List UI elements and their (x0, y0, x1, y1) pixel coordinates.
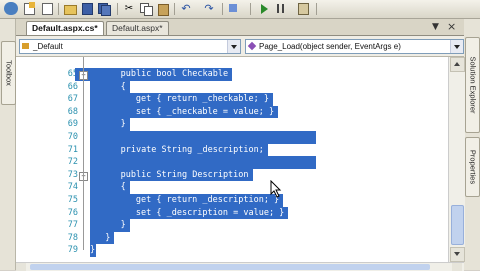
code-line[interactable]: } (105, 232, 110, 245)
line-number: 69 (67, 119, 78, 130)
tab-list-dropdown-icon[interactable]: ▼ (432, 22, 439, 32)
code-line[interactable]: get { return _checkable; } (136, 93, 269, 106)
document-tab-bar: Default.aspx.cs* Default.aspx* ▼ × (16, 19, 464, 36)
class-dropdown[interactable]: _Default (19, 39, 241, 54)
selection-highlight (90, 156, 316, 169)
scroll-thumb[interactable] (451, 205, 464, 245)
code-line[interactable]: } (121, 219, 126, 232)
new-project-icon[interactable] (22, 2, 36, 15)
redo-icon[interactable]: ↷ (202, 2, 216, 15)
back-icon[interactable] (4, 2, 18, 15)
line-number: 77 (67, 220, 78, 231)
code-line[interactable]: private String _description; (121, 144, 264, 157)
member-dropdown-value: Page_Load(object sender, EventArgs e) (259, 42, 401, 51)
selection-highlight (90, 131, 316, 144)
class-icon (22, 43, 29, 49)
toolbox-tab[interactable]: Toolbox (1, 41, 16, 105)
code-line[interactable]: public bool Checkable (121, 68, 228, 81)
solution-explorer-tab-label: Solution Explorer (468, 56, 477, 114)
tab-label: Default.aspx.cs* (32, 23, 98, 33)
line-number: 74 (67, 182, 78, 193)
class-dropdown-value: _Default (33, 42, 63, 51)
scroll-thumb-horizontal[interactable] (30, 264, 430, 270)
change-tracking-bar (36, 57, 39, 262)
add-item-icon[interactable] (40, 2, 54, 15)
open-icon[interactable] (63, 2, 77, 15)
method-icon (247, 41, 257, 51)
chevron-down-icon[interactable] (450, 40, 463, 53)
tab-default-aspx[interactable]: Default.aspx* (106, 21, 169, 35)
line-number: 71 (67, 144, 78, 155)
line-number: 76 (67, 207, 78, 218)
toolbox-tab-label: Toolbox (4, 60, 13, 86)
line-number: 70 (67, 132, 78, 142)
tab-label: Default.aspx* (112, 23, 163, 33)
pause-icon[interactable] (274, 2, 288, 15)
selection-highlight (90, 231, 115, 245)
outline-guide (83, 57, 84, 251)
chevron-down-icon[interactable] (227, 40, 240, 53)
line-number: 75 (67, 195, 78, 205)
code-line[interactable]: set { _description = value; } (136, 207, 284, 220)
code-editor[interactable]: 65 public bool Checkable 66{67 get { return… (16, 57, 448, 262)
line-number: 68 (67, 106, 78, 117)
navigate-icon[interactable] (227, 2, 241, 15)
tab-default-aspx-cs[interactable]: Default.aspx.cs* (26, 21, 104, 35)
solution-explorer-tab[interactable]: Solution Explorer (465, 37, 480, 133)
scroll-down-button[interactable] (450, 247, 465, 262)
properties-tab[interactable]: Properties (465, 137, 480, 197)
scroll-up-button[interactable] (450, 57, 465, 72)
vertical-scrollbar[interactable] (448, 57, 465, 262)
cut-icon[interactable]: ✂ (122, 2, 136, 15)
save-all-icon[interactable] (97, 2, 111, 16)
editor-margin (16, 57, 34, 262)
close-icon[interactable]: × (447, 21, 456, 32)
line-number: 78 (67, 232, 78, 243)
line-number: 72 (67, 157, 78, 168)
code-line[interactable]: { (121, 181, 126, 194)
right-dock-strip: Solution Explorer Properties (463, 19, 480, 270)
properties-tab-label: Properties (468, 149, 477, 185)
navigation-bar: _Default Page_Load(object sender, EventA… (16, 36, 464, 57)
copy-icon[interactable] (139, 2, 153, 16)
code-line[interactable]: { (121, 81, 126, 94)
code-line[interactable]: } (90, 244, 95, 257)
paste-icon[interactable] (156, 2, 170, 16)
line-number: 73 (67, 169, 78, 180)
code-line[interactable]: public String Description (121, 169, 249, 182)
mouse-pointer-icon (270, 180, 282, 198)
undo-icon[interactable]: ↶ (179, 2, 193, 15)
left-dock-strip: Toolbox (0, 19, 16, 270)
line-number: 79 (67, 245, 78, 256)
standard-toolbar: ✂ ↶ ↷ (0, 0, 480, 19)
code-line[interactable]: set { _checkable = value; } (136, 106, 274, 119)
code-line[interactable]: get { return _description; } (136, 194, 279, 207)
code-line[interactable]: } (121, 118, 126, 131)
find-icon[interactable] (296, 2, 310, 15)
save-icon[interactable] (80, 2, 94, 15)
member-dropdown[interactable]: Page_Load(object sender, EventArgs e) (245, 39, 464, 54)
start-icon[interactable] (257, 2, 271, 15)
line-number: 67 (67, 94, 78, 105)
line-number: 66 (67, 81, 78, 92)
